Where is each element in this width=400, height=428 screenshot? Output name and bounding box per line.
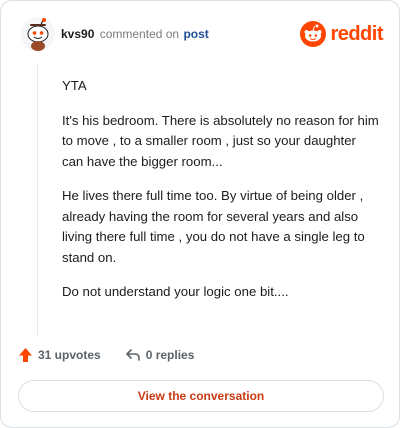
- upvote-count: 31 upvotes: [38, 348, 101, 362]
- comment-paragraph: He lives there full time too. By virtue …: [62, 188, 365, 265]
- thread-line: [37, 63, 38, 335]
- reddit-logo-icon: [300, 21, 327, 47]
- comment-paragraph: YTA: [62, 78, 87, 93]
- avatar[interactable]: [21, 17, 55, 51]
- reddit-wordmark: reddit: [330, 22, 383, 45]
- post-link[interactable]: post: [183, 27, 208, 41]
- reddit-brand[interactable]: reddit: [300, 19, 383, 49]
- username[interactable]: kvs90: [61, 27, 94, 41]
- reply-count: 0 replies: [145, 348, 195, 362]
- comment-card: kvs90 commented on post reddit YTA It's …: [0, 0, 400, 428]
- reply-button[interactable]: 0 replies: [125, 348, 195, 362]
- comment-body: YTA It's his bedroom. There is absolutel…: [62, 76, 380, 317]
- author-line: kvs90 commented on post: [61, 27, 209, 41]
- upvote-button[interactable]: 31 upvotes: [18, 347, 101, 363]
- comment-actions: 31 upvotes 0 replies: [18, 345, 194, 365]
- comment-paragraph: Do not understand your logic one bit....: [62, 284, 289, 299]
- view-conversation-button[interactable]: View the conversation: [18, 380, 384, 412]
- comment-header: kvs90 commented on post reddit: [17, 15, 385, 53]
- upvote-arrow-icon: [19, 348, 32, 362]
- reply-arrow-icon: [125, 349, 140, 361]
- comment-paragraph: It's his bedroom. There is absolutely no…: [62, 112, 379, 169]
- commented-on-text: commented on: [99, 27, 180, 41]
